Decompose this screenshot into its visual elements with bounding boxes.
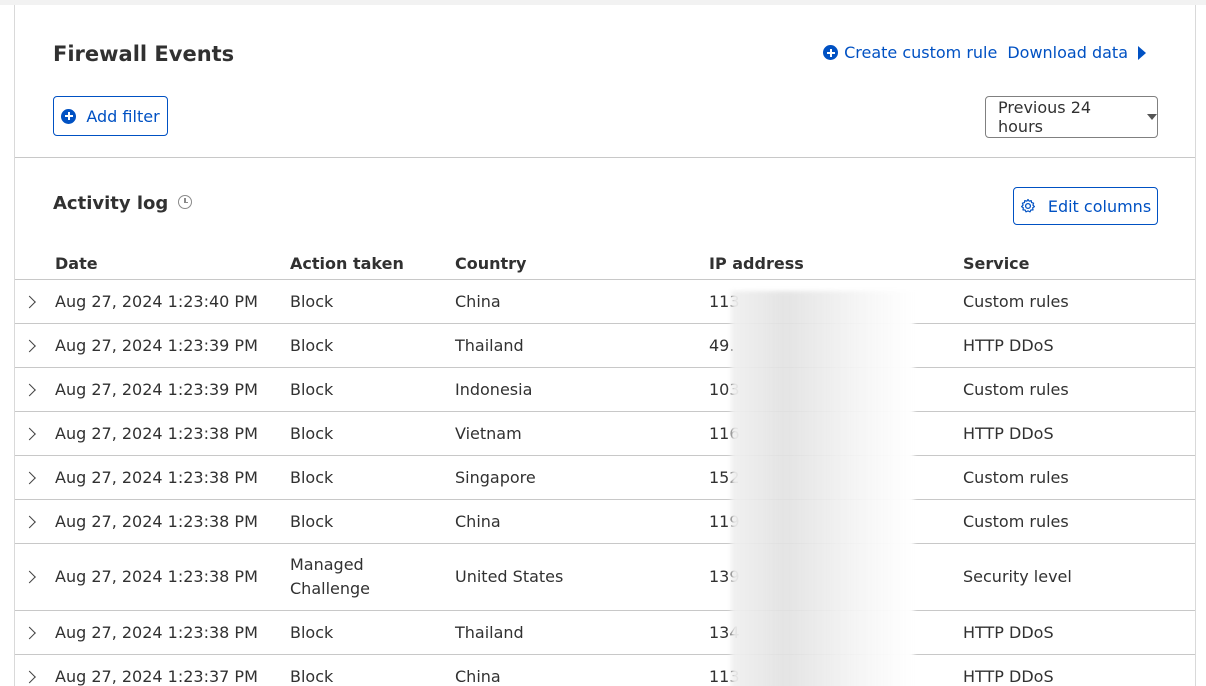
cell-service: HTTP DDoS [963, 335, 1054, 355]
cell-service: HTTP DDoS [963, 666, 1054, 686]
cell-action: Block [290, 511, 334, 531]
caret-down-icon [1147, 114, 1157, 120]
table-row[interactable]: Aug 27, 2024 1:23:38 PM Managed Challeng… [15, 544, 1195, 611]
cell-service: Security level [963, 567, 1072, 586]
gear-icon [1020, 198, 1035, 213]
cell-action: Block [290, 335, 334, 355]
page-title: Firewall Events [53, 42, 235, 66]
activity-log-title: Activity log [53, 193, 169, 214]
column-header-service[interactable]: Service [963, 254, 1030, 273]
table-row[interactable]: Aug 27, 2024 1:23:38 PM Block Singapore … [15, 456, 1195, 500]
cell-date: Aug 27, 2024 1:23:39 PM [55, 335, 258, 355]
chevron-right-icon[interactable] [23, 427, 36, 440]
cell-country: Vietnam [455, 423, 522, 443]
cell-country: Thailand [455, 622, 524, 642]
triangle-right-icon [1138, 45, 1146, 60]
cell-action: Block [290, 291, 334, 311]
edit-columns-label: Edit columns [1047, 196, 1152, 216]
cell-country: Indonesia [455, 379, 533, 399]
cell-action: Block [290, 423, 334, 443]
cell-date: Aug 27, 2024 1:23:38 PM [55, 467, 258, 487]
cell-date: Aug 27, 2024 1:23:38 PM [55, 567, 258, 586]
plus-circle-icon [823, 45, 839, 60]
cell-action: Block [290, 622, 334, 642]
column-header-ip[interactable]: IP address [709, 254, 804, 273]
cell-service: Custom rules [963, 379, 1069, 399]
chevron-right-icon[interactable] [23, 471, 36, 484]
table-row[interactable]: Aug 27, 2024 1:23:38 PM Block China 119 … [15, 500, 1195, 544]
table-row[interactable]: Aug 27, 2024 1:23:39 PM Block Thailand 4… [15, 324, 1195, 368]
clock-icon[interactable] [178, 194, 193, 209]
chevron-right-icon[interactable] [23, 295, 36, 308]
create-custom-rule-label: Create custom rule [844, 43, 998, 62]
cell-date: Aug 27, 2024 1:23:38 PM [55, 423, 258, 443]
ip-redaction-blur [731, 291, 914, 686]
chevron-right-icon[interactable] [23, 515, 36, 528]
add-filter-button[interactable]: Add filter [53, 96, 168, 136]
chevron-right-icon[interactable] [23, 670, 36, 683]
cell-action: Block [290, 379, 334, 399]
header-actions: Create custom rule Download data [823, 43, 1146, 62]
cell-date: Aug 27, 2024 1:23:40 PM [55, 291, 258, 311]
column-header-date[interactable]: Date [55, 254, 98, 273]
column-header-action[interactable]: Action taken [290, 254, 404, 273]
edit-columns-button[interactable]: Edit columns [1013, 187, 1158, 225]
time-range-value: Previous 24 hours [998, 98, 1092, 136]
cell-action: Block [290, 467, 334, 487]
cell-country: China [455, 511, 501, 531]
table-row[interactable]: Aug 27, 2024 1:23:38 PM Block Thailand 1… [15, 611, 1195, 655]
create-custom-rule-link[interactable]: Create custom rule [823, 43, 997, 62]
cell-service: Custom rules [963, 467, 1069, 487]
plus-circle-icon [61, 108, 77, 124]
cell-date: Aug 27, 2024 1:23:39 PM [55, 379, 258, 399]
cell-service: Custom rules [963, 511, 1069, 531]
add-filter-label: Add filter [86, 106, 160, 126]
cell-country: Thailand [455, 335, 524, 355]
cell-country: China [455, 291, 501, 311]
table-row[interactable]: Aug 27, 2024 1:23:37 PM Block China 113 … [15, 655, 1195, 686]
cell-date: Aug 27, 2024 1:23:38 PM [55, 622, 258, 642]
table-row[interactable]: Aug 27, 2024 1:23:38 PM Block Vietnam 11… [15, 412, 1195, 456]
chevron-right-icon[interactable] [23, 339, 36, 352]
section-divider [15, 157, 1195, 158]
cell-service: HTTP DDoS [963, 622, 1054, 642]
cell-country: China [455, 666, 501, 686]
table-row[interactable]: Aug 27, 2024 1:23:40 PM Block China 113 … [15, 280, 1195, 324]
cell-date: Aug 27, 2024 1:23:38 PM [55, 511, 258, 531]
cell-action: Block [290, 666, 334, 686]
cell-service: Custom rules [963, 291, 1069, 311]
chevron-right-icon[interactable] [23, 570, 36, 584]
activity-log-heading: Activity log [53, 193, 193, 214]
activity-table: Date Action taken Country IP address Ser… [15, 245, 1195, 686]
download-data-link[interactable]: Download data [1007, 43, 1146, 62]
column-header-country[interactable]: Country [455, 254, 526, 273]
time-range-select[interactable]: Previous 24 hours [985, 96, 1158, 138]
firewall-events-panel: Firewall Events Create custom rule Downl… [14, 5, 1196, 686]
chevron-right-icon[interactable] [23, 626, 36, 639]
cell-action: Managed Challenge [290, 555, 370, 598]
download-data-label: Download data [1007, 43, 1128, 62]
table-header: Date Action taken Country IP address Ser… [15, 245, 1195, 280]
table-row[interactable]: Aug 27, 2024 1:23:39 PM Block Indonesia … [15, 368, 1195, 412]
chevron-right-icon[interactable] [23, 383, 36, 396]
cell-service: HTTP DDoS [963, 423, 1054, 443]
cell-country: Singapore [455, 467, 536, 487]
cell-country: United States [455, 567, 564, 586]
cell-date: Aug 27, 2024 1:23:37 PM [55, 666, 258, 686]
